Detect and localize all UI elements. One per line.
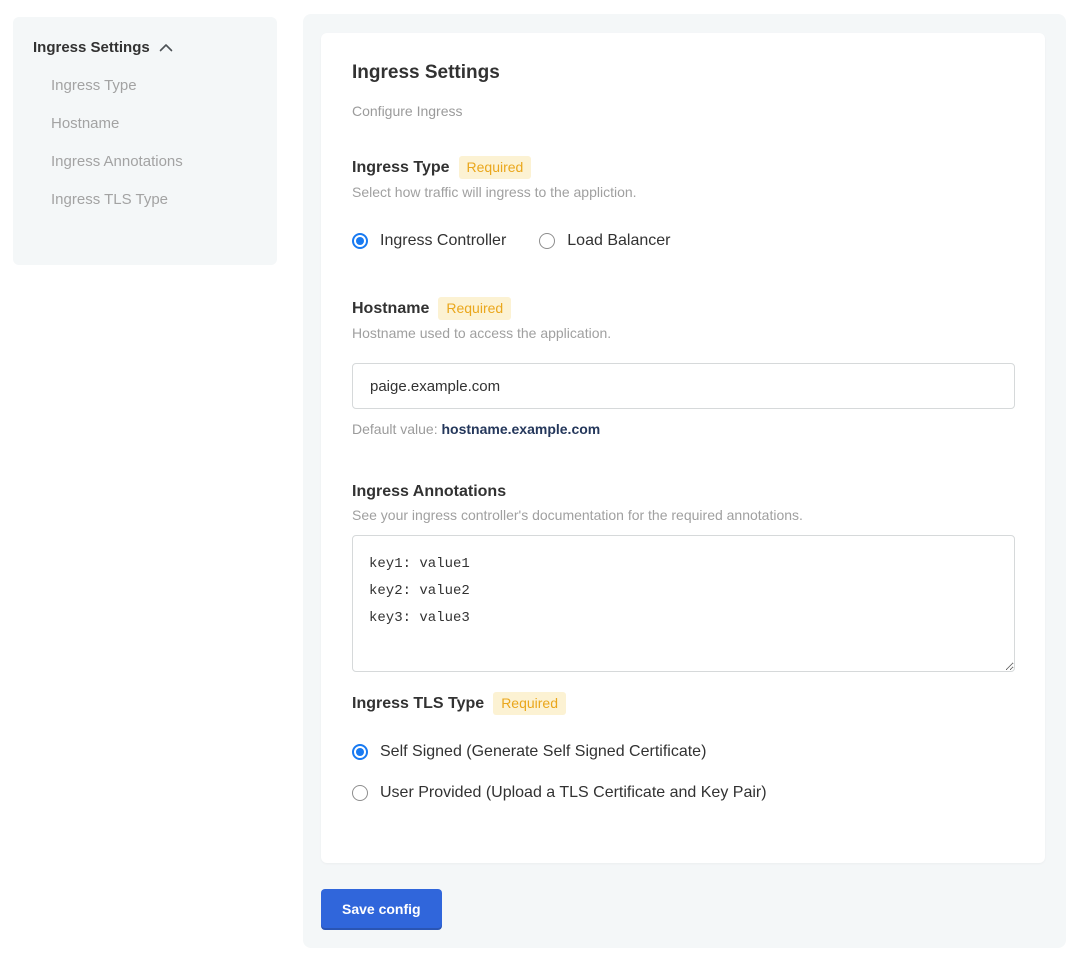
- radio-option-self-signed[interactable]: Self Signed (Generate Self Signed Certif…: [352, 742, 1014, 762]
- sidebar-item-ingress-type[interactable]: Ingress Type: [33, 66, 257, 104]
- radio-label: Load Balancer: [567, 231, 670, 251]
- page-title: Ingress Settings: [352, 61, 1014, 84]
- radio-label: Ingress Controller: [380, 231, 506, 251]
- ingress-annotations-help: See your ingress controller's documentat…: [352, 506, 1014, 524]
- ingress-settings-card: Ingress Settings Configure Ingress Ingre…: [321, 33, 1045, 863]
- chevron-up-icon: [159, 43, 173, 52]
- ingress-annotations-label: Ingress Annotations: [352, 482, 506, 502]
- section-ingress-annotations: Ingress Annotations See your ingress con…: [352, 482, 1014, 672]
- sidebar-group-ingress-settings[interactable]: Ingress Settings: [33, 39, 257, 56]
- ingress-type-help: Select how traffic will ingress to the a…: [352, 183, 1014, 201]
- radio-label: Self Signed (Generate Self Signed Certif…: [380, 742, 706, 762]
- radio-ingress-controller[interactable]: [352, 233, 368, 249]
- hostname-default-line: Default value: hostname.example.com: [352, 420, 1014, 438]
- required-badge: Required: [493, 692, 566, 715]
- radio-option-ingress-controller[interactable]: Ingress Controller: [352, 231, 506, 251]
- hostname-input[interactable]: [352, 363, 1015, 409]
- ingress-tls-type-label: Ingress TLS Type: [352, 694, 484, 714]
- sidebar-group-title: Ingress Settings: [33, 39, 150, 56]
- sidebar-item-hostname[interactable]: Hostname: [33, 104, 257, 142]
- required-badge: Required: [459, 156, 532, 179]
- save-config-button[interactable]: Save config: [321, 889, 442, 928]
- radio-user-provided[interactable]: [352, 785, 368, 801]
- sidebar-item-ingress-annotations[interactable]: Ingress Annotations: [33, 142, 257, 180]
- required-badge: Required: [438, 297, 511, 320]
- config-panel: Ingress Settings Configure Ingress Ingre…: [303, 14, 1066, 948]
- radio-option-user-provided[interactable]: User Provided (Upload a TLS Certificate …: [352, 783, 1014, 803]
- radio-label: User Provided (Upload a TLS Certificate …: [380, 783, 767, 803]
- config-nav-sidebar: Ingress Settings Ingress Type Hostname I…: [13, 17, 277, 265]
- page-subtitle: Configure Ingress: [352, 102, 1014, 120]
- radio-option-load-balancer[interactable]: Load Balancer: [539, 231, 670, 251]
- radio-self-signed[interactable]: [352, 744, 368, 760]
- hostname-label: Hostname: [352, 299, 429, 319]
- default-value-label: Default value:: [352, 421, 438, 437]
- section-hostname: Hostname Required Hostname used to acces…: [352, 297, 1014, 438]
- sidebar-item-ingress-tls-type[interactable]: Ingress TLS Type: [33, 180, 257, 218]
- section-ingress-type: Ingress Type Required Select how traffic…: [352, 156, 1014, 251]
- ingress-type-label: Ingress Type: [352, 158, 450, 178]
- default-value-text[interactable]: hostname.example.com: [442, 421, 601, 437]
- section-ingress-tls-type: Ingress TLS Type Required Self Signed (G…: [352, 692, 1014, 803]
- ingress-annotations-textarea[interactable]: [352, 535, 1015, 672]
- hostname-help: Hostname used to access the application.: [352, 324, 1014, 342]
- radio-load-balancer[interactable]: [539, 233, 555, 249]
